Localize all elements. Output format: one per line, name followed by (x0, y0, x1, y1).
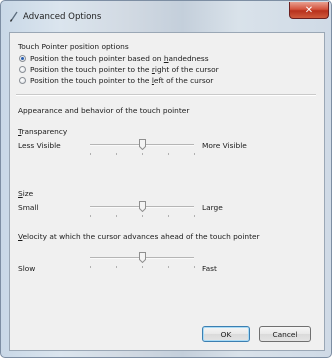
transparency-max-label: More Visible (202, 141, 247, 150)
close-icon: ✕ (304, 4, 314, 16)
ok-button[interactable]: OK (202, 326, 250, 342)
size-slider-tick (168, 215, 169, 217)
size-max-label: Large (202, 203, 223, 212)
cancel-button[interactable]: Cancel (259, 326, 311, 342)
velocity-slider-tick (168, 266, 169, 268)
velocity-slider-tick (142, 266, 143, 268)
velocity-slider-tick (90, 266, 91, 268)
position-options-heading: Touch Pointer position options (18, 42, 129, 51)
size-label: Size (18, 189, 34, 198)
size-slider-thumb[interactable] (139, 201, 146, 212)
radio-label-handedness[interactable]: Position the touch pointer based on hand… (30, 54, 209, 63)
window-title: Advanced Options (23, 12, 102, 22)
velocity-max-label: Fast (202, 264, 217, 273)
size-slider-tick (194, 215, 195, 217)
transparency-min-label: Less Visible (18, 141, 61, 150)
transparency-label: Transparency (18, 127, 68, 136)
pen-icon (9, 11, 18, 22)
size-slider-tick (90, 215, 91, 217)
appearance-heading: Appearance and behavior of the touch poi… (18, 106, 190, 115)
radio-button-handedness[interactable] (19, 55, 26, 62)
transparency-slider-thumb[interactable] (139, 139, 146, 150)
transparency-slider-tick (142, 153, 143, 155)
velocity-min-label: Slow (18, 264, 36, 273)
dialog-window: Advanced Options ✕ Touch Pointer positio… (0, 0, 332, 358)
velocity-slider-tick (194, 266, 195, 268)
radio-label-right[interactable]: Position the touch pointer to the right … (30, 65, 219, 74)
size-slider-tick (142, 215, 143, 217)
title-bar[interactable]: Advanced Options ✕ (1, 1, 331, 31)
transparency-slider-tick (116, 153, 117, 155)
size-slider-tick (116, 215, 117, 217)
transparency-slider-tick (194, 153, 195, 155)
velocity-slider-thumb[interactable] (139, 252, 146, 263)
radio-label-left[interactable]: Position the touch pointer to the left o… (30, 76, 213, 85)
close-button[interactable]: ✕ (289, 2, 329, 19)
size-min-label: Small (18, 203, 39, 212)
section-divider (16, 94, 316, 96)
velocity-label: Velocity at which the cursor advances ah… (18, 232, 260, 241)
radio-button-right[interactable] (19, 66, 26, 73)
transparency-slider-tick (168, 153, 169, 155)
velocity-slider-tick (116, 266, 117, 268)
dialog-body: Touch Pointer position options Position … (9, 32, 325, 351)
transparency-slider-tick (90, 153, 91, 155)
radio-button-left[interactable] (19, 77, 26, 84)
